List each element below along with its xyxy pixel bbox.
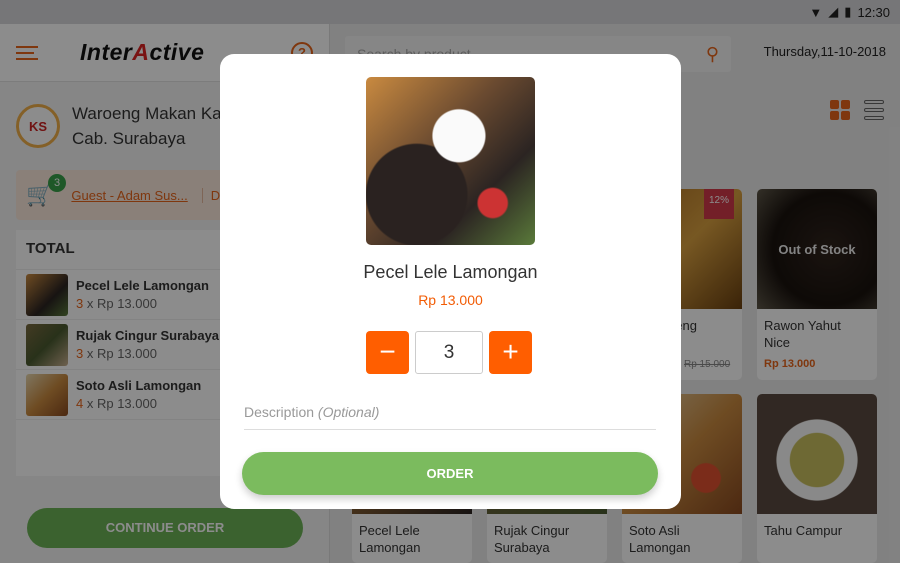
product-image (366, 77, 535, 245)
product-price: Rp 13.000 (418, 292, 483, 308)
product-order-dialog: Pecel Lele Lamongan Rp 13.000 − 3 + Desc… (220, 54, 681, 509)
description-hint: (Optional) (317, 404, 380, 420)
description-input[interactable]: Description (Optional) (244, 400, 656, 430)
quantity-input[interactable]: 3 (415, 331, 483, 374)
description-label: Description (244, 404, 315, 420)
increase-button[interactable]: + (489, 331, 532, 374)
order-button[interactable]: ORDER (242, 452, 658, 495)
product-title: Pecel Lele Lamongan (363, 262, 538, 282)
quantity-stepper: − 3 + (366, 331, 532, 374)
decrease-button[interactable]: − (366, 331, 409, 374)
